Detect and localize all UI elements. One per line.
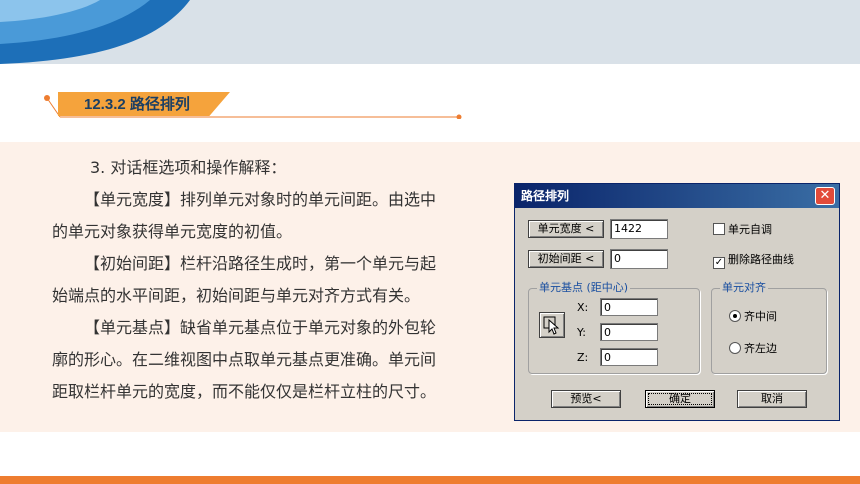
- initial-spacing-paragraph: 【初始间距】栏杆沿路径生成时，第一个单元与起 始端点的水平间距，初始间距与单元对…: [52, 248, 492, 312]
- x-field[interactable]: 0: [600, 298, 658, 316]
- checkbox-label: 单元自调: [728, 223, 772, 236]
- alignment-group-label: 单元对齐: [720, 281, 768, 295]
- z-label: Z:: [577, 351, 589, 364]
- cursor-pick-icon: [543, 316, 560, 335]
- initial-spacing-field[interactable]: 0: [610, 249, 668, 269]
- y-label: Y:: [577, 326, 586, 339]
- radio-icon[interactable]: [729, 342, 741, 354]
- alignment-group: 单元对齐: [711, 281, 827, 374]
- close-icon[interactable]: ✕: [815, 187, 835, 205]
- align-center-radio[interactable]: 齐中间: [729, 310, 777, 324]
- preview-button[interactable]: 预览<: [551, 390, 621, 408]
- checkmark-icon[interactable]: ✓: [713, 257, 725, 269]
- paragraph-line: 【初始间距】栏杆沿路径生成时，第一个单元与起: [84, 254, 437, 273]
- unit-width-paragraph: 【单元宽度】排列单元对象时的单元间距。由选中 的单元对象获得单元宽度的初值。: [52, 184, 492, 248]
- paragraph-line: 【单元基点】缺省单元基点位于单元对象的外包轮: [84, 318, 437, 337]
- intro-paragraph: 3. 对话框选项和操作解释：: [90, 152, 530, 184]
- delete-path-checkbox[interactable]: ✓ 删除路径曲线: [713, 253, 794, 269]
- paragraph-line: 的单元对象获得单元宽度的初值。: [52, 222, 293, 241]
- paragraph-line: 距取栏杆单元的宽度，而不能仅仅是栏杆立柱的尺寸。: [52, 382, 437, 401]
- intro-line: 3. 对话框选项和操作解释：: [90, 158, 287, 177]
- checkbox-label: 删除路径曲线: [728, 253, 794, 266]
- x-label: X:: [577, 301, 589, 314]
- radio-label: 齐中间: [744, 310, 777, 323]
- base-point-paragraph: 【单元基点】缺省单元基点位于单元对象的外包轮 廓的形心。在二维视图中点取单元基点…: [52, 312, 492, 408]
- dialog-title: 路径排列: [515, 184, 839, 208]
- paragraph-line: 廓的形心。在二维视图中点取单元基点更准确。单元间: [52, 350, 437, 369]
- radio-selected-icon[interactable]: [729, 310, 741, 322]
- initial-spacing-button[interactable]: 初始间距 <: [528, 250, 604, 268]
- radio-label: 齐左边: [744, 342, 777, 355]
- wave-decoration: [0, 0, 190, 64]
- cancel-button[interactable]: 取消: [737, 390, 807, 408]
- unit-width-button[interactable]: 单元宽度 <: [528, 220, 604, 238]
- base-point-group-label: 单元基点 (距中心): [537, 281, 631, 295]
- paragraph-line: 【单元宽度】排列单元对象时的单元间距。由选中: [84, 190, 437, 209]
- z-field[interactable]: 0: [600, 348, 658, 366]
- align-left-radio[interactable]: 齐左边: [729, 342, 777, 356]
- paragraph-line: 始端点的水平间距，初始间距与单元对齐方式有关。: [52, 286, 421, 305]
- unit-width-field[interactable]: 1422: [610, 219, 668, 239]
- bottom-bar: [0, 476, 860, 484]
- y-field[interactable]: 0: [600, 323, 658, 341]
- auto-adjust-checkbox[interactable]: 单元自调: [713, 223, 772, 237]
- ok-button[interactable]: 确定: [645, 390, 715, 408]
- section-heading: 12.3.2 路径排列: [84, 96, 190, 113]
- path-array-dialog: 路径排列 ✕ 单元宽度 < 1422 初始间距 < 0 单元自调 ✓ 删除路径曲线…: [514, 183, 840, 421]
- pick-point-button[interactable]: [539, 312, 565, 338]
- checkbox-box[interactable]: [713, 223, 725, 235]
